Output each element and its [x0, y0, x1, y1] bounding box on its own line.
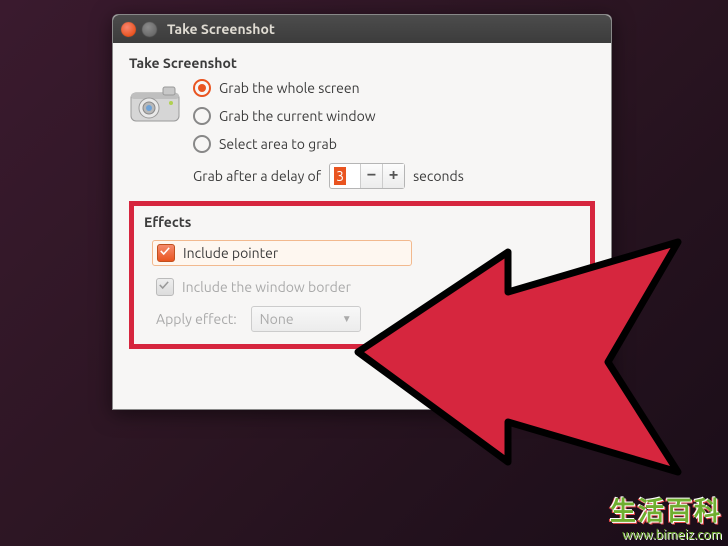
minimize-icon[interactable] [142, 22, 157, 37]
delay-prefix: Grab after a delay of [193, 168, 321, 184]
radio-label: Select area to grab [219, 136, 337, 152]
include-pointer-checkbox[interactable] [157, 244, 175, 262]
grab-section: Grab the whole screen Grab the current w… [129, 79, 595, 189]
radio-label: Grab the current window [219, 108, 376, 124]
dialog-content: Take Screenshot Grab the whole screen Gr [113, 43, 611, 409]
watermark-url: www.bimeiz.com [610, 528, 722, 542]
effects-section-highlight: Effects Include pointer Include the wind… [129, 201, 595, 349]
apply-effect-label: Apply effect: [156, 311, 237, 327]
close-icon[interactable] [121, 22, 136, 37]
radio-icon [193, 135, 211, 153]
watermark: 生活百科 www.bimeiz.com [610, 491, 722, 542]
include-pointer-label: Include pointer [183, 245, 405, 261]
radio-label: Grab the whole screen [219, 80, 360, 96]
delay-spinbox[interactable]: 3 − + [329, 163, 405, 189]
titlebar[interactable]: Take Screenshot [113, 15, 611, 43]
camera-icon [129, 83, 181, 125]
action-row: Take Screenshot [129, 363, 595, 393]
grab-section-label: Take Screenshot [129, 55, 595, 71]
spin-minus-button[interactable]: − [360, 164, 382, 188]
delay-suffix: seconds [413, 168, 464, 184]
radio-icon [193, 79, 211, 97]
grab-options: Grab the whole screen Grab the current w… [193, 79, 595, 189]
include-border-label: Include the window border [182, 279, 351, 295]
radio-grab-whole-screen[interactable]: Grab the whole screen [193, 79, 595, 97]
apply-effect-value: None [260, 311, 294, 327]
effects-section-label: Effects [144, 214, 580, 230]
window-controls [121, 22, 157, 37]
radio-grab-current-window[interactable]: Grab the current window [193, 107, 595, 125]
apply-effect-row: Apply effect: None ▼ [156, 306, 580, 332]
delay-value[interactable]: 3 [330, 167, 360, 185]
screenshot-dialog: Take Screenshot Take Screenshot Grab the… [112, 14, 612, 410]
take-screenshot-button[interactable]: Take Screenshot [465, 363, 595, 393]
chevron-down-icon: ▼ [342, 313, 352, 325]
include-border-row: Include the window border [156, 278, 580, 296]
apply-effect-combo: None ▼ [251, 306, 361, 332]
delay-row: Grab after a delay of 3 − + seconds [193, 163, 595, 189]
window-title: Take Screenshot [167, 21, 275, 37]
radio-select-area[interactable]: Select area to grab [193, 135, 595, 153]
watermark-text: 生活百科 [610, 491, 722, 528]
spin-plus-button[interactable]: + [382, 164, 404, 188]
include-pointer-row[interactable]: Include pointer [152, 240, 412, 266]
include-border-checkbox [156, 278, 174, 296]
radio-icon [193, 107, 211, 125]
